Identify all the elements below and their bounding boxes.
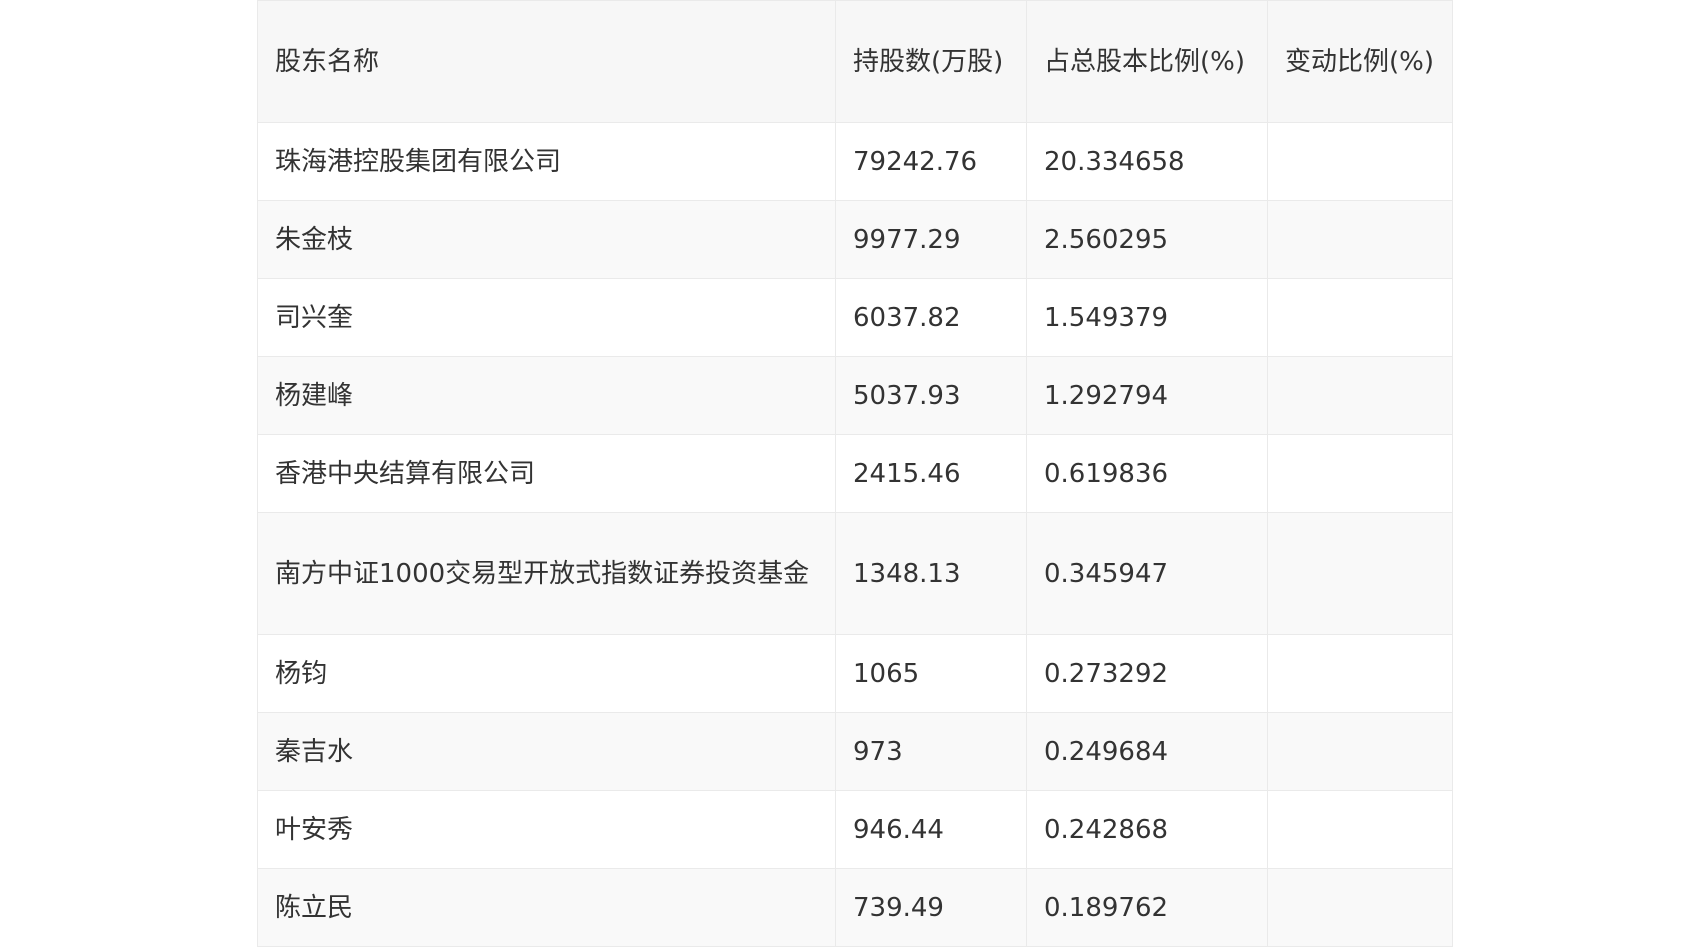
table-row: 叶安秀 946.44 0.242868 (257, 790, 1453, 869)
cell-shares-held: 946.44 (835, 790, 1027, 869)
cell-shares-held: 79242.76 (835, 122, 1027, 201)
cell-shareholder-name: 杨建峰 (257, 356, 836, 435)
table-row: 珠海港控股集团有限公司 79242.76 20.334658 (257, 122, 1453, 201)
table-row: 香港中央结算有限公司 2415.46 0.619836 (257, 434, 1453, 513)
cell-change-ratio (1267, 356, 1453, 435)
cell-change-ratio (1267, 712, 1453, 791)
cell-change-ratio (1267, 868, 1453, 947)
cell-shareholder-name: 南方中证1000交易型开放式指数证券投资基金 (257, 512, 836, 635)
header-change-ratio: 变动比例(%) (1267, 0, 1453, 123)
cell-shares-held: 1065 (835, 634, 1027, 713)
header-share-ratio: 占总股本比例(%) (1026, 0, 1268, 123)
cell-share-ratio: 0.189762 (1026, 868, 1268, 947)
cell-share-ratio: 20.334658 (1026, 122, 1268, 201)
cell-change-ratio (1267, 122, 1453, 201)
table-row: 司兴奎 6037.82 1.549379 (257, 278, 1453, 357)
cell-shareholder-name: 陈立民 (257, 868, 836, 947)
cell-share-ratio: 0.273292 (1026, 634, 1268, 713)
cell-shareholder-name: 香港中央结算有限公司 (257, 434, 836, 513)
cell-share-ratio: 1.292794 (1026, 356, 1268, 435)
cell-share-ratio: 0.242868 (1026, 790, 1268, 869)
cell-change-ratio (1267, 634, 1453, 713)
cell-shares-held: 2415.46 (835, 434, 1027, 513)
table-row: 秦吉水 973 0.249684 (257, 712, 1453, 791)
cell-shares-held: 5037.93 (835, 356, 1027, 435)
cell-shares-held: 9977.29 (835, 200, 1027, 279)
header-shareholder-name: 股东名称 (257, 0, 836, 123)
cell-shares-held: 973 (835, 712, 1027, 791)
shareholder-table: 股东名称 持股数(万股) 占总股本比例(%) 变动比例(%) 珠海港控股集团有限… (257, 0, 1453, 947)
table-row: 杨钧 1065 0.273292 (257, 634, 1453, 713)
cell-change-ratio (1267, 278, 1453, 357)
cell-share-ratio: 1.549379 (1026, 278, 1268, 357)
table-row: 朱金枝 9977.29 2.560295 (257, 200, 1453, 279)
cell-shareholder-name: 珠海港控股集团有限公司 (257, 122, 836, 201)
table-row: 陈立民 739.49 0.189762 (257, 868, 1453, 947)
cell-share-ratio: 0.345947 (1026, 512, 1268, 635)
cell-change-ratio (1267, 790, 1453, 869)
table-header-row: 股东名称 持股数(万股) 占总股本比例(%) 变动比例(%) (257, 0, 1453, 123)
table-row: 南方中证1000交易型开放式指数证券投资基金 1348.13 0.345947 (257, 512, 1453, 635)
cell-share-ratio: 0.249684 (1026, 712, 1268, 791)
cell-shareholder-name: 朱金枝 (257, 200, 836, 279)
cell-shareholder-name: 秦吉水 (257, 712, 836, 791)
cell-shareholder-name: 司兴奎 (257, 278, 836, 357)
cell-shareholder-name: 杨钧 (257, 634, 836, 713)
cell-shares-held: 1348.13 (835, 512, 1027, 635)
cell-change-ratio (1267, 434, 1453, 513)
table-row: 杨建峰 5037.93 1.292794 (257, 356, 1453, 435)
shareholder-table-container: 股东名称 持股数(万股) 占总股本比例(%) 变动比例(%) 珠海港控股集团有限… (257, 0, 1453, 947)
cell-shares-held: 739.49 (835, 868, 1027, 947)
header-shares-held: 持股数(万股) (835, 0, 1027, 123)
cell-change-ratio (1267, 512, 1453, 635)
cell-shareholder-name: 叶安秀 (257, 790, 836, 869)
cell-share-ratio: 2.560295 (1026, 200, 1268, 279)
cell-shares-held: 6037.82 (835, 278, 1027, 357)
cell-change-ratio (1267, 200, 1453, 279)
cell-share-ratio: 0.619836 (1026, 434, 1268, 513)
